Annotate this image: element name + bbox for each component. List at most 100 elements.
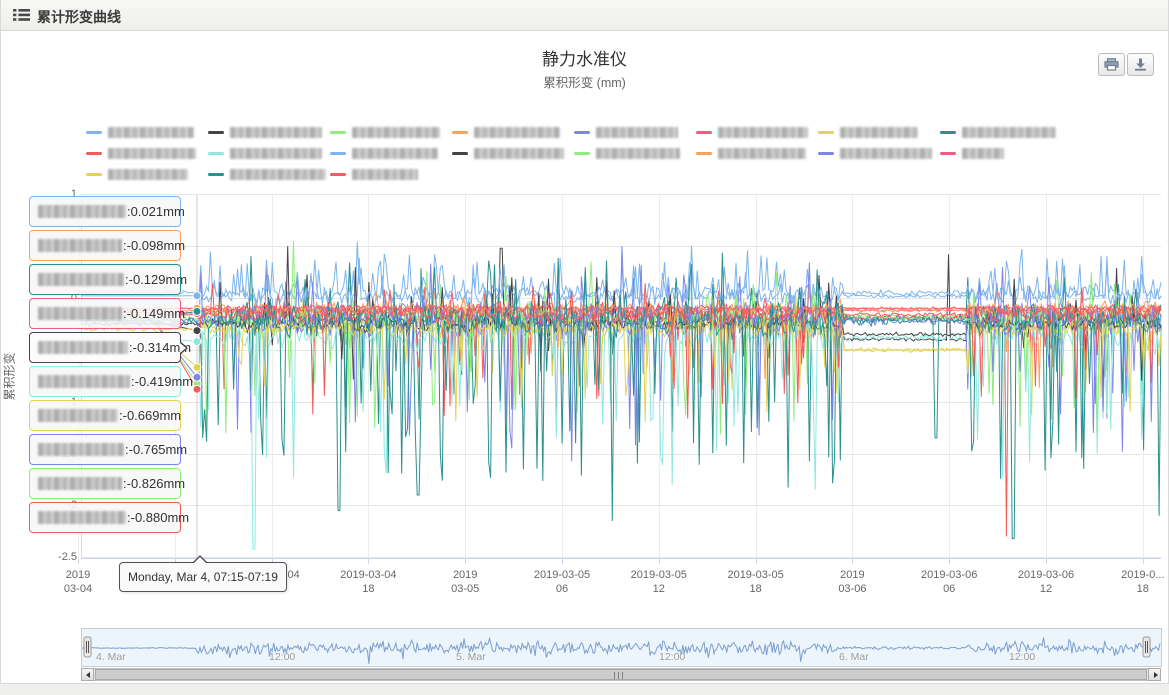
legend-label-redacted bbox=[962, 127, 1056, 138]
navigator-handle-right[interactable] bbox=[1143, 637, 1150, 657]
legend-item[interactable] bbox=[86, 143, 208, 164]
legend-label-redacted bbox=[352, 169, 418, 180]
tooltip-series-name-redacted bbox=[38, 341, 128, 354]
series-marker-icon bbox=[86, 173, 102, 176]
series-marker-icon bbox=[696, 131, 712, 134]
legend-item[interactable] bbox=[574, 122, 696, 143]
series-marker-icon bbox=[574, 131, 590, 134]
y-axis-title: 累积形变 bbox=[1, 317, 18, 437]
scrollbar-grip-icon bbox=[614, 672, 624, 679]
hover-marker bbox=[193, 363, 201, 371]
tooltip-row: :-0.765mm bbox=[29, 434, 181, 465]
legend-item[interactable] bbox=[818, 122, 940, 143]
legend-item[interactable] bbox=[208, 143, 330, 164]
tooltip-value: :-0.314mm bbox=[129, 340, 191, 355]
tooltip-value: :-0.149mm bbox=[123, 306, 185, 321]
list-icon[interactable] bbox=[13, 8, 30, 27]
legend-label-redacted bbox=[962, 148, 1004, 159]
tooltip-series-name-redacted bbox=[38, 375, 130, 388]
tooltip-value: :0.021mm bbox=[127, 204, 185, 219]
legend-item[interactable] bbox=[452, 122, 574, 143]
x-axis-label: 201903-06 bbox=[804, 568, 900, 596]
navigator-axis-label: 12:00 bbox=[1009, 651, 1035, 663]
tooltip-series-name-redacted bbox=[38, 205, 126, 218]
legend-item[interactable] bbox=[208, 122, 330, 143]
legend-item[interactable] bbox=[86, 122, 208, 143]
scrollbar-thumb[interactable] bbox=[95, 669, 1147, 680]
legend-item[interactable] bbox=[452, 143, 574, 164]
series-marker-icon bbox=[208, 152, 224, 155]
legend-item[interactable] bbox=[696, 122, 818, 143]
arrow-left-icon bbox=[86, 672, 90, 678]
legend-item[interactable] bbox=[696, 143, 818, 164]
header-bar: 累计形变曲线 bbox=[1, 0, 1168, 31]
series-marker-icon bbox=[818, 131, 834, 134]
series-marker-icon bbox=[452, 152, 468, 155]
x-axis-label: 2019-03-0512 bbox=[611, 568, 707, 596]
legend-label-redacted bbox=[108, 148, 196, 159]
app-root: 累计形变曲线 静力水准仪 累积形变 (mm) bbox=[0, 0, 1169, 695]
x-axis-label: 2019-03-0518 bbox=[708, 568, 804, 596]
navigator-handle-left[interactable] bbox=[84, 637, 91, 657]
legend-item[interactable] bbox=[330, 122, 452, 143]
tooltip-value: :-0.826mm bbox=[123, 476, 185, 491]
x-axis-label: 2019-03-0506 bbox=[514, 568, 610, 596]
legend-item[interactable] bbox=[330, 164, 452, 185]
tooltip-value: :-0.419mm bbox=[131, 374, 193, 389]
legend-label-redacted bbox=[474, 148, 564, 159]
legend-label-redacted bbox=[230, 148, 322, 159]
tooltip-row: :0.021mm bbox=[29, 196, 181, 227]
legend-label-redacted bbox=[718, 148, 806, 159]
legend bbox=[86, 122, 1096, 185]
legend-item[interactable] bbox=[574, 143, 696, 164]
series-marker-icon bbox=[330, 173, 346, 176]
legend-item[interactable] bbox=[330, 143, 452, 164]
navigator-axis-label: 12:00 bbox=[659, 651, 685, 663]
navigator-axis-label: 6. Mar bbox=[839, 651, 869, 663]
series-marker-icon bbox=[208, 173, 224, 176]
legend-item[interactable] bbox=[208, 164, 330, 185]
legend-item[interactable] bbox=[818, 143, 940, 164]
tooltip-series-name-redacted bbox=[38, 477, 122, 490]
scrollbar-right-button[interactable] bbox=[1148, 668, 1161, 681]
legend-label-redacted bbox=[108, 127, 194, 138]
tooltip-row: :-0.098mm bbox=[29, 230, 181, 261]
series-marker-icon bbox=[940, 152, 956, 155]
legend-label-redacted bbox=[840, 148, 932, 159]
tooltip-series-name-redacted bbox=[38, 443, 124, 456]
tooltip-row: :-0.880mm bbox=[29, 502, 181, 533]
legend-label-redacted bbox=[474, 127, 560, 138]
legend-item[interactable] bbox=[940, 122, 1062, 143]
arrow-right-icon bbox=[1154, 672, 1158, 678]
series-marker-icon bbox=[86, 131, 102, 134]
series-marker-icon bbox=[452, 131, 468, 134]
tooltip-value: :-0.765mm bbox=[125, 442, 187, 457]
chart-card: 静力水准仪 累积形变 (mm) bbox=[1, 31, 1168, 683]
hover-marker bbox=[193, 338, 201, 346]
series-marker-icon bbox=[574, 152, 590, 155]
tooltip-value: :-0.880mm bbox=[127, 510, 189, 525]
legend-label-redacted bbox=[596, 148, 680, 159]
x-axis-label: 201903-05 bbox=[417, 568, 513, 596]
hover-marker bbox=[193, 373, 201, 381]
tooltip-stack: :0.021mm:-0.098mm:-0.129mm:-0.149mm:-0.3… bbox=[29, 196, 181, 536]
legend-item[interactable] bbox=[940, 143, 1062, 164]
page-title: 累计形变曲线 bbox=[37, 7, 121, 27]
legend-label-redacted bbox=[108, 169, 188, 180]
y-axis-label: -2.5 bbox=[33, 551, 77, 563]
tooltip-row: :-0.314mm bbox=[29, 332, 181, 363]
tooltip-row: :-0.669mm bbox=[29, 400, 181, 431]
series-marker-icon bbox=[208, 131, 224, 134]
series-marker-icon bbox=[330, 152, 346, 155]
series-marker-icon bbox=[330, 131, 346, 134]
legend-item[interactable] bbox=[86, 164, 208, 185]
tooltip-row: :-0.129mm bbox=[29, 264, 181, 295]
series-marker-icon bbox=[818, 152, 834, 155]
hover-marker bbox=[193, 307, 201, 315]
hover-marker bbox=[193, 292, 201, 300]
tooltip-row: :-0.419mm bbox=[29, 366, 181, 397]
tooltip-value: :-0.669mm bbox=[119, 408, 181, 423]
legend-label-redacted bbox=[230, 169, 326, 180]
scrollbar-left-button[interactable] bbox=[81, 668, 94, 681]
tooltip-row: :-0.149mm bbox=[29, 298, 181, 329]
